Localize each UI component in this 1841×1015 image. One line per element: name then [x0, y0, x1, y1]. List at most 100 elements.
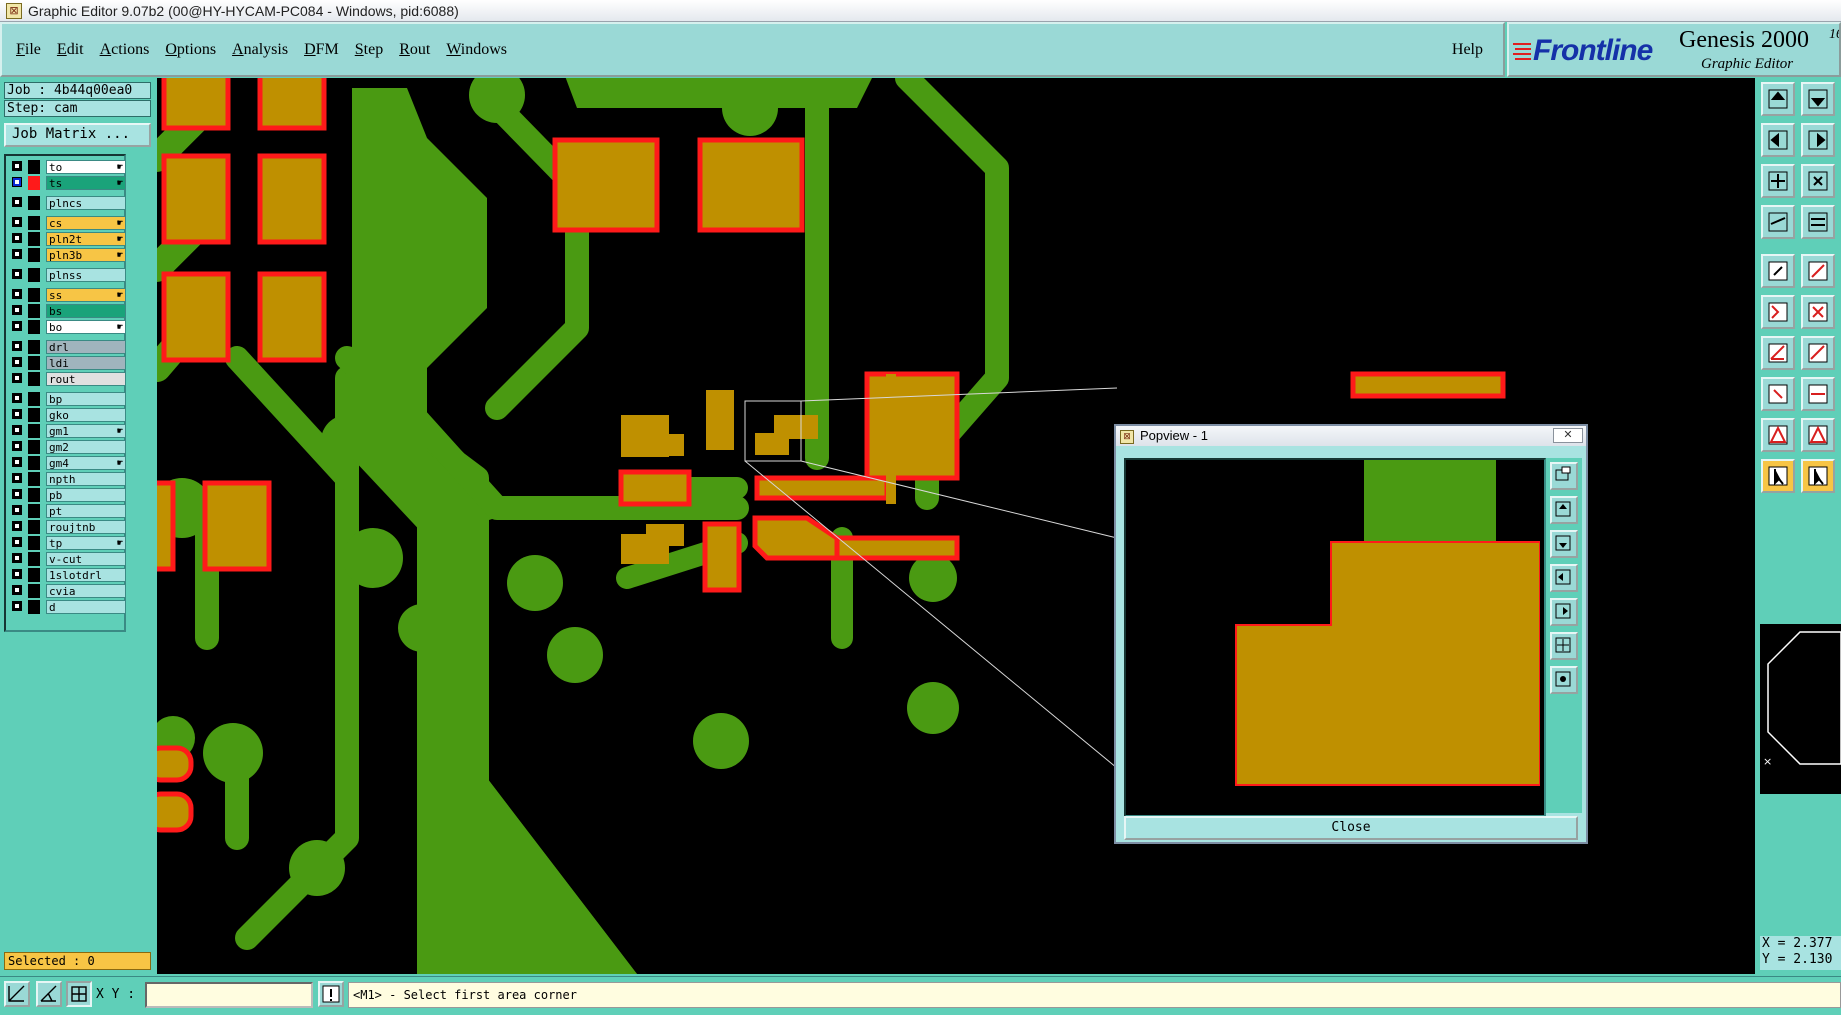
pointer-button[interactable]	[1761, 459, 1795, 493]
layer-name[interactable]: 1slotdrl	[46, 568, 126, 582]
popview-pan-right-button[interactable]	[1550, 598, 1578, 626]
triangle-left-button[interactable]	[1761, 418, 1795, 452]
popview-titlebar[interactable]: ⊠ Popview - 1 ✕	[1116, 426, 1586, 446]
layer-color-swatch[interactable]	[28, 552, 40, 566]
layer-row[interactable]: bp	[10, 392, 126, 406]
menu-edit[interactable]: Edit	[57, 41, 84, 59]
layer-row[interactable]: plnss	[10, 268, 126, 282]
popview-zoom-out-button[interactable]	[1550, 666, 1578, 694]
layer-color-swatch[interactable]	[28, 356, 40, 370]
layer-name[interactable]: bs	[46, 304, 126, 318]
layer-name[interactable]: bo ☛	[46, 320, 126, 334]
layer-checkbox[interactable]	[12, 233, 22, 243]
route-red-button[interactable]	[1761, 295, 1795, 329]
layer-row[interactable]: gm1 ☛	[10, 424, 126, 438]
grid-mode-button[interactable]	[66, 981, 92, 1007]
layer-name[interactable]: gm4 ☛	[46, 456, 126, 470]
popview-pan-left-button[interactable]	[1550, 564, 1578, 592]
layer-color-swatch[interactable]	[28, 392, 40, 406]
layer-row[interactable]: rout	[10, 372, 126, 386]
layer-row[interactable]: cs ☛	[10, 216, 126, 230]
menu-dfm[interactable]: DFM	[304, 41, 339, 59]
layer-row[interactable]: pb	[10, 488, 126, 502]
layer-row[interactable]: gko	[10, 408, 126, 422]
layer-checkbox[interactable]	[12, 425, 22, 435]
layer-checkbox[interactable]	[12, 537, 22, 547]
layer-checkbox[interactable]	[12, 197, 22, 207]
layer-checkbox[interactable]	[12, 409, 22, 419]
menu-analysis[interactable]: Analysis	[232, 41, 288, 59]
layer-color-swatch[interactable]	[28, 504, 40, 518]
layer-color-swatch[interactable]	[28, 440, 40, 454]
layer-name[interactable]: gm1 ☛	[46, 424, 126, 438]
layer-name[interactable]: gm2	[46, 440, 126, 454]
popview-close-button[interactable]: Close	[1124, 816, 1578, 840]
layer-row[interactable]: bo ☛	[10, 320, 126, 334]
layer-color-swatch[interactable]	[28, 584, 40, 598]
add-pad-button[interactable]	[1761, 377, 1795, 411]
menu-step[interactable]: Step	[355, 41, 383, 59]
layer-color-swatch[interactable]	[28, 160, 40, 174]
layer-name[interactable]: v-cut	[46, 552, 126, 566]
layer-row[interactable]: ss ☛	[10, 288, 126, 302]
layer-color-swatch[interactable]	[28, 472, 40, 486]
layer-color-swatch[interactable]	[28, 520, 40, 534]
layer-name[interactable]: plnss	[46, 268, 126, 282]
layer-name[interactable]: npth	[46, 472, 126, 486]
mini-preview[interactable]: ×	[1760, 623, 1841, 794]
menu-actions[interactable]: Actions	[100, 41, 150, 59]
layer-name[interactable]: plncs	[46, 196, 126, 210]
layer-name[interactable]: ss ☛	[46, 288, 126, 302]
layer-name[interactable]: gko	[46, 408, 126, 422]
layer-name[interactable]: cvia	[46, 584, 126, 598]
select-point-button[interactable]	[1761, 254, 1795, 288]
zoom-center-button[interactable]	[1801, 164, 1835, 198]
layer-row[interactable]: npth	[10, 472, 126, 486]
layer-checkbox[interactable]	[12, 249, 22, 259]
layer-checkbox[interactable]	[12, 553, 22, 563]
layer-checkbox[interactable]	[12, 289, 22, 299]
menu-options[interactable]: Options	[165, 41, 216, 59]
layer-row[interactable]: drl	[10, 340, 126, 354]
zoom-fit-button[interactable]	[1761, 164, 1795, 198]
menu-file[interactable]: File	[16, 41, 41, 59]
layer-row[interactable]: to ☛	[10, 160, 126, 174]
job-matrix-button[interactable]: Job Matrix ...	[4, 123, 151, 147]
layer-checkbox[interactable]	[12, 341, 22, 351]
layer-row[interactable]: ldi	[10, 356, 126, 370]
popview-close-icon[interactable]: ✕	[1553, 428, 1583, 443]
layer-row[interactable]: v-cut	[10, 552, 126, 566]
layer-name[interactable]: pt	[46, 504, 126, 518]
popview-zoom-fit-button[interactable]	[1550, 462, 1578, 490]
layer-color-swatch[interactable]	[28, 216, 40, 230]
xy-input[interactable]	[145, 982, 313, 1008]
layer-checkbox[interactable]	[12, 521, 22, 531]
snap-mode-button[interactable]	[4, 981, 30, 1007]
layer-checkbox[interactable]	[12, 177, 22, 187]
info-button[interactable]	[318, 981, 344, 1007]
popview-pan-up-button[interactable]	[1550, 496, 1578, 524]
layer-checkbox[interactable]	[12, 321, 22, 331]
layer-name[interactable]: tp ☛	[46, 536, 126, 550]
layer-row[interactable]: pln2t ☛	[10, 232, 126, 246]
layer-checkbox[interactable]	[12, 373, 22, 383]
layer-name[interactable]: bp	[46, 392, 126, 406]
layer-name[interactable]: ts ☛	[46, 176, 126, 190]
layer-row[interactable]: roujtnb	[10, 520, 126, 534]
move-left-button[interactable]	[1761, 123, 1795, 157]
layer-checkbox[interactable]	[12, 601, 22, 611]
move-up-button[interactable]	[1761, 82, 1795, 116]
layer-checkbox[interactable]	[12, 569, 22, 579]
layer-name[interactable]: pln3b ☛	[46, 248, 126, 262]
layer-color-swatch[interactable]	[28, 536, 40, 550]
layer-checkbox[interactable]	[12, 489, 22, 499]
measure-button[interactable]	[1761, 205, 1795, 239]
layer-row[interactable]: d	[10, 600, 126, 614]
layer-name[interactable]: ldi	[46, 356, 126, 370]
layer-color-swatch[interactable]	[28, 232, 40, 246]
angle-right-button[interactable]	[1801, 336, 1835, 370]
layer-row[interactable]: pt	[10, 504, 126, 518]
angle-left-button[interactable]	[1761, 336, 1795, 370]
route-cross-button[interactable]	[1801, 295, 1835, 329]
layer-list-scrollbar[interactable]	[128, 154, 153, 951]
